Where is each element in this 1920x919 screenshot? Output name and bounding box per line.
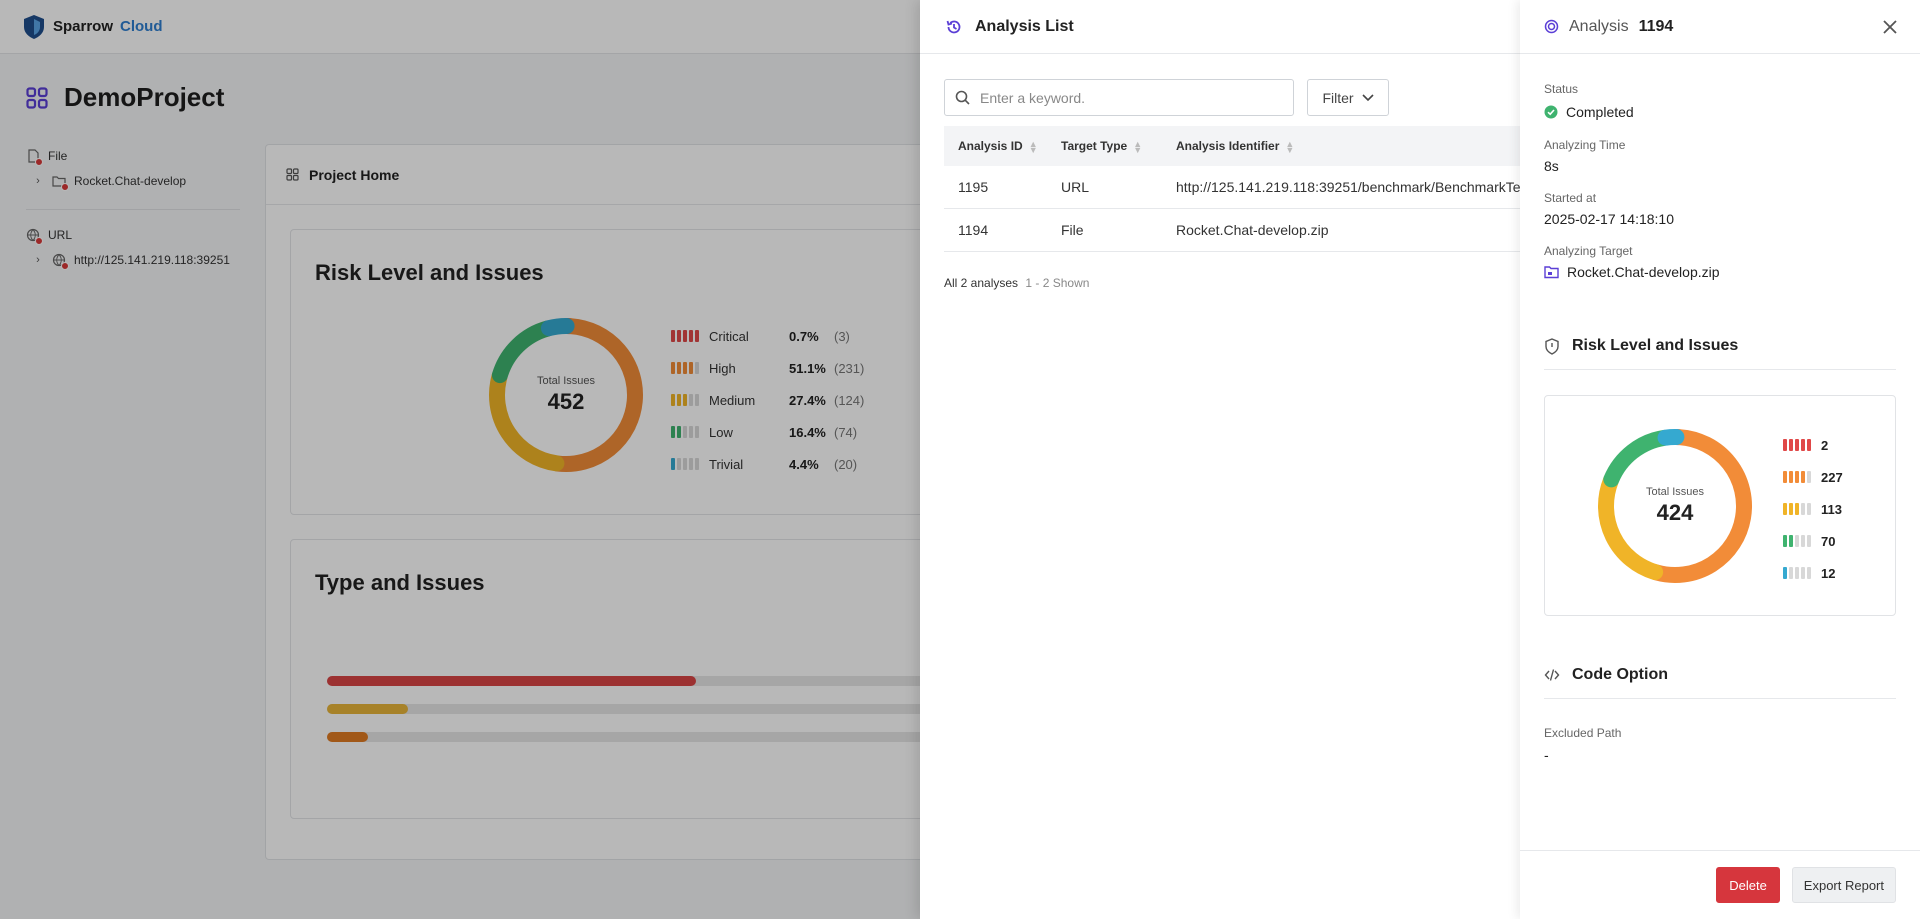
detail-footer: Delete Export Report <box>1520 850 1920 919</box>
export-report-button[interactable]: Export Report <box>1791 867 1896 903</box>
cell-identifier: http://125.141.219.118:39251/benchmark/B… <box>1176 179 1520 195</box>
column-label: Target Type <box>1061 139 1128 153</box>
legend-medium: 113 <box>1783 493 1843 525</box>
sort-icon[interactable]: ▲ ▼ <box>1285 139 1294 153</box>
level-indicator-icon <box>1783 535 1813 547</box>
detail-risk-legend: 2 227 113 70 12 <box>1783 429 1843 589</box>
level-indicator-icon <box>1783 471 1813 483</box>
started-at-label: Started at <box>1544 191 1597 205</box>
sort-icon[interactable]: ▲ ▼ <box>1133 139 1142 154</box>
status-value: Completed <box>1544 104 1634 120</box>
total-issues-value: 424 <box>1656 500 1694 525</box>
excluded-path-label: Excluded Path <box>1544 726 1622 740</box>
detail-risk-card: Total Issues 424 2 227 113 70 12 <box>1544 395 1896 616</box>
folder-icon <box>1544 266 1559 279</box>
detail-header: Analysis 1194 <box>1520 0 1920 54</box>
legend-count: 70 <box>1821 533 1836 549</box>
column-label: Analysis Identifier <box>1176 139 1280 153</box>
shield-icon <box>1545 337 1559 355</box>
cell-identifier: Rocket.Chat-develop.zip <box>1176 222 1329 238</box>
level-indicator-icon <box>1783 503 1813 515</box>
legend-critical: 2 <box>1783 429 1843 461</box>
status-text: Completed <box>1566 104 1634 120</box>
table-row[interactable]: 1194 File Rocket.Chat-develop.zip <box>944 209 1520 252</box>
filter-label: Filter <box>1322 89 1354 106</box>
search-row: Filter <box>944 79 1389 116</box>
search-input[interactable] <box>980 89 1280 106</box>
analysis-table: Analysis ID ▲ ▼ Target Type ▲ ▼ Analysis Ide… <box>944 126 1520 252</box>
delete-button[interactable]: Delete <box>1716 867 1780 903</box>
detail-header-id: 1194 <box>1638 17 1674 35</box>
analysis-list-drawer: Analysis List Filter Analysis ID ▲▼ Targe… <box>920 0 1520 919</box>
code-option-title: Code Option <box>1572 666 1668 683</box>
analyzing-target-value: Rocket.Chat-develop.zip <box>1544 264 1720 280</box>
status-label: Status <box>1544 82 1579 96</box>
sort-icon[interactable]: ▲ ▼ <box>1029 139 1038 154</box>
cell-analysis-id: 1195 <box>958 179 989 195</box>
analysis-detail-drawer: Analysis 1194 Status Completed Analyzing… <box>1520 0 1920 919</box>
detail-risk-title: Risk Level and Issues <box>1572 337 1739 354</box>
level-indicator-icon <box>1783 567 1813 579</box>
table-summary: All 2 analyses 1 - 2 Shown <box>944 276 1089 290</box>
analysis-list-header: Analysis List <box>920 0 1520 54</box>
analyzing-target-label: Analyzing Target <box>1544 244 1633 258</box>
level-indicator-icon <box>1783 439 1813 451</box>
table-header: Analysis ID ▲ ▼ Target Type ▲ ▼ Analysis Ide… <box>944 126 1520 166</box>
detail-donut-chart: Total Issues 424 <box>1595 426 1755 586</box>
cell-target-type: File <box>1061 222 1084 238</box>
analyzing-target-text: Rocket.Chat-develop.zip <box>1567 264 1720 280</box>
legend-count: 2 <box>1821 437 1829 453</box>
column-header-identifier[interactable]: Analysis Identifier ▲ ▼ <box>1176 139 1520 153</box>
close-icon[interactable] <box>1882 19 1898 35</box>
chevron-down-icon <box>1361 93 1374 101</box>
started-at-value: 2025-02-17 14:18:10 <box>1544 211 1674 227</box>
detail-header-label: Analysis <box>1569 17 1629 35</box>
legend-count: 12 <box>1821 565 1836 581</box>
column-header-target-type[interactable]: Target Type ▲ ▼ <box>1057 139 1176 154</box>
search-icon <box>955 90 970 105</box>
legend-high: 227 <box>1783 461 1843 493</box>
column-label: Analysis ID <box>958 139 1023 153</box>
analyzing-time-value: 8s <box>1544 158 1559 174</box>
cell-target-type: URL <box>1061 179 1090 195</box>
code-icon <box>1544 669 1560 681</box>
excluded-path-value: - <box>1544 747 1549 763</box>
code-option-section-title: Code Option <box>1544 666 1896 699</box>
legend-count: 227 <box>1821 469 1843 485</box>
analyzing-time-label: Analyzing Time <box>1544 138 1626 152</box>
history-icon <box>946 20 961 33</box>
donut-center: Total Issues 424 <box>1595 426 1755 586</box>
check-circle-icon <box>1544 105 1558 119</box>
legend-low: 70 <box>1783 525 1843 557</box>
table-row[interactable]: 1195 URL http://125.141.219.118:39251/be… <box>944 166 1520 209</box>
analysis-list-title: Analysis List <box>975 17 1074 35</box>
cell-analysis-id: 1194 <box>958 222 989 238</box>
total-issues-label: Total Issues <box>1645 486 1705 498</box>
column-header-analysis-id[interactable]: Analysis ID ▲ ▼ <box>944 139 1057 154</box>
filter-button[interactable]: Filter <box>1307 79 1389 116</box>
legend-trivial: 12 <box>1783 557 1843 589</box>
detail-risk-section-title: Risk Level and Issues <box>1544 337 1896 370</box>
total-analyses: All 2 analyses <box>944 276 1019 290</box>
legend-count: 113 <box>1821 501 1842 517</box>
target-icon <box>1544 19 1559 34</box>
search-box[interactable] <box>944 79 1294 116</box>
shown-range: 1 - 2 Shown <box>1025 276 1090 290</box>
